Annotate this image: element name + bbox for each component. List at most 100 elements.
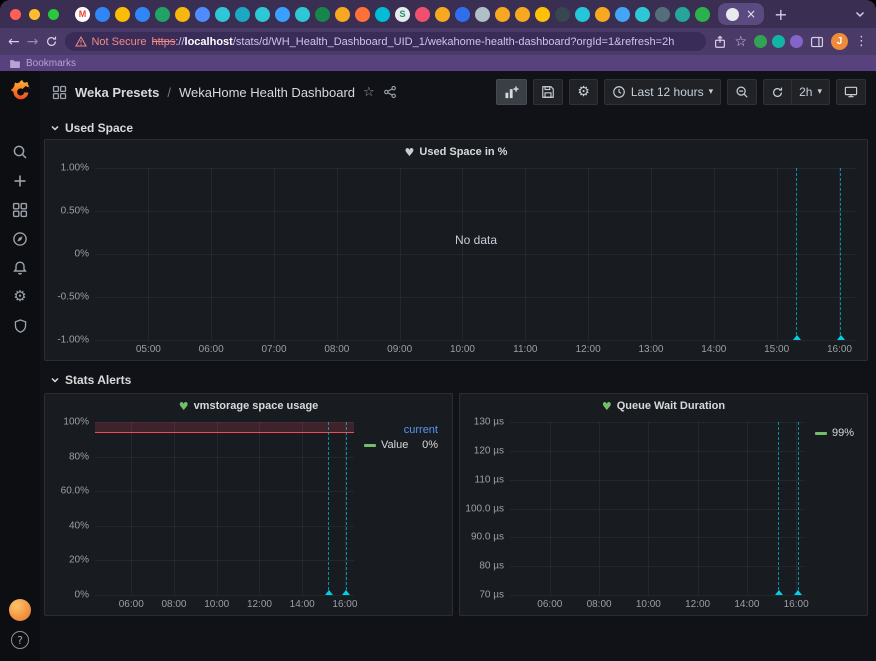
plot-area[interactable] — [95, 422, 354, 595]
refresh-interval-picker[interactable]: 2h ▾ — [791, 79, 830, 105]
tab-favicon[interactable] — [655, 7, 670, 22]
bookmark-star-button[interactable]: ☆ — [734, 35, 747, 49]
series-name[interactable]: 99% — [832, 427, 854, 439]
sidebar-server-admin-button[interactable] — [0, 311, 40, 340]
traffic-light[interactable] — [48, 9, 59, 20]
dashboard-title[interactable]: WekaHome Health Dashboard — [179, 85, 355, 100]
tab-favicon[interactable] — [435, 7, 450, 22]
sidebar-dashboards-button[interactable] — [0, 195, 40, 224]
bookmarks-label[interactable]: Bookmarks — [26, 58, 76, 69]
tab-favicon[interactable] — [155, 7, 170, 22]
window-controls[interactable] — [10, 9, 59, 20]
refresh-button[interactable] — [763, 79, 791, 105]
back-button[interactable]: ← — [8, 35, 20, 49]
active-tab[interactable]: × — [718, 3, 764, 25]
dashboard-settings-button[interactable]: ⚙ — [569, 79, 598, 105]
tab-favicon[interactable] — [295, 7, 310, 22]
extension-icon[interactable] — [772, 35, 785, 48]
add-panel-button[interactable] — [496, 79, 527, 105]
plot-area[interactable]: No data — [95, 168, 857, 340]
extension-icon[interactable] — [754, 35, 767, 48]
user-avatar[interactable] — [9, 599, 31, 621]
tab-favicon[interactable] — [595, 7, 610, 22]
annotation-marker[interactable] — [840, 168, 841, 340]
legend-series[interactable]: 99% — [815, 427, 853, 439]
tab-favicon[interactable] — [335, 7, 350, 22]
tab-favicon[interactable] — [535, 7, 550, 22]
tab-favicon[interactable] — [95, 7, 110, 22]
tab-favicon[interactable] — [375, 7, 390, 22]
sidebar-search-button[interactable] — [0, 137, 40, 166]
tab-favicon[interactable]: M — [75, 7, 90, 22]
favorite-star-button[interactable]: ☆ — [363, 85, 375, 100]
tab-favicon[interactable] — [315, 7, 330, 22]
tab-favicon[interactable] — [635, 7, 650, 22]
traffic-light[interactable] — [29, 9, 40, 20]
tab-favicon[interactable] — [515, 7, 530, 22]
sidebar-create-button[interactable] — [0, 166, 40, 195]
legend-series[interactable]: Value — [364, 439, 408, 451]
no-data-label: No data — [455, 233, 497, 247]
breadcrumb-section[interactable]: Weka Presets — [75, 85, 159, 100]
annotation-marker[interactable] — [778, 422, 779, 595]
tab-favicon[interactable] — [135, 7, 150, 22]
side-panel-button[interactable] — [810, 35, 824, 49]
legend-current-header[interactable]: current — [364, 424, 438, 436]
security-chip[interactable]: Not Secure — [75, 36, 146, 48]
tab-favicon[interactable] — [415, 7, 430, 22]
tab-favicon[interactable] — [255, 7, 270, 22]
forward-button[interactable]: → — [27, 35, 39, 49]
tab-favicon[interactable] — [455, 7, 470, 22]
save-dashboard-button[interactable] — [533, 79, 563, 105]
tab-search-button[interactable] — [854, 8, 866, 20]
tab-favicon[interactable] — [235, 7, 250, 22]
tab-favicon[interactable]: S — [395, 7, 410, 22]
panel-header[interactable]: ♥ Used Space in % — [45, 140, 867, 164]
share-button[interactable] — [713, 35, 727, 49]
tab-favicon[interactable] — [675, 7, 690, 22]
tab-favicon[interactable] — [555, 7, 570, 22]
tab-favicon[interactable] — [195, 7, 210, 22]
sidebar-configuration-button[interactable]: ⚙ — [0, 282, 40, 311]
profile-avatar[interactable]: J — [831, 33, 848, 50]
time-range-picker[interactable]: Last 12 hours ▾ — [604, 79, 721, 105]
annotation-marker[interactable] — [328, 422, 329, 595]
browser-menu-button[interactable]: ⋮ — [855, 34, 868, 49]
reload-button[interactable] — [45, 35, 58, 48]
annotation-marker[interactable] — [796, 168, 797, 340]
tab-favicon[interactable] — [215, 7, 230, 22]
url-text[interactable]: https://localhost/stats/d/WH_Health_Dash… — [152, 36, 675, 48]
row-title: Used Space — [65, 121, 133, 135]
tab-close-icon[interactable]: × — [746, 8, 756, 20]
plot-area[interactable] — [510, 422, 805, 595]
traffic-light[interactable] — [10, 9, 21, 20]
panel-header[interactable]: ♥ Queue Wait Duration — [460, 394, 867, 418]
tab-favicon[interactable] — [495, 7, 510, 22]
grafana-logo[interactable] — [8, 79, 33, 109]
tab-favicon[interactable] — [115, 7, 130, 22]
tab-favicon[interactable] — [355, 7, 370, 22]
tab-favicon[interactable] — [275, 7, 290, 22]
chart: 1.00%0.50%0%-0.50%-1.00% No data 05:0006… — [45, 164, 867, 360]
tab-favicon[interactable] — [475, 7, 490, 22]
tab-favicon[interactable] — [575, 7, 590, 22]
kiosk-mode-button[interactable] — [836, 79, 866, 105]
tab-favicon[interactable] — [615, 7, 630, 22]
help-button[interactable]: ? — [11, 631, 29, 649]
annotation-marker[interactable] — [798, 422, 799, 595]
zoom-out-button[interactable] — [727, 79, 757, 105]
sidebar-explore-button[interactable] — [0, 224, 40, 253]
sidebar-alerting-button[interactable] — [0, 253, 40, 282]
series-name[interactable]: Value — [381, 439, 408, 451]
tab-favicon[interactable] — [695, 7, 710, 22]
y-tick-label: 90.0 µs — [471, 532, 504, 543]
row-header-stats-alerts[interactable]: Stats Alerts — [44, 369, 868, 391]
address-bar[interactable]: Not Secure https://localhost/stats/d/WH_… — [65, 32, 706, 51]
extension-icon[interactable] — [790, 35, 803, 48]
share-dashboard-icon[interactable] — [383, 85, 397, 99]
row-header-used-space[interactable]: Used Space — [44, 117, 868, 139]
tab-favicon[interactable] — [175, 7, 190, 22]
panel-header[interactable]: ♥ vmstorage space usage — [45, 394, 452, 418]
new-tab-button[interactable]: + — [774, 5, 787, 24]
annotation-marker[interactable] — [346, 422, 347, 595]
